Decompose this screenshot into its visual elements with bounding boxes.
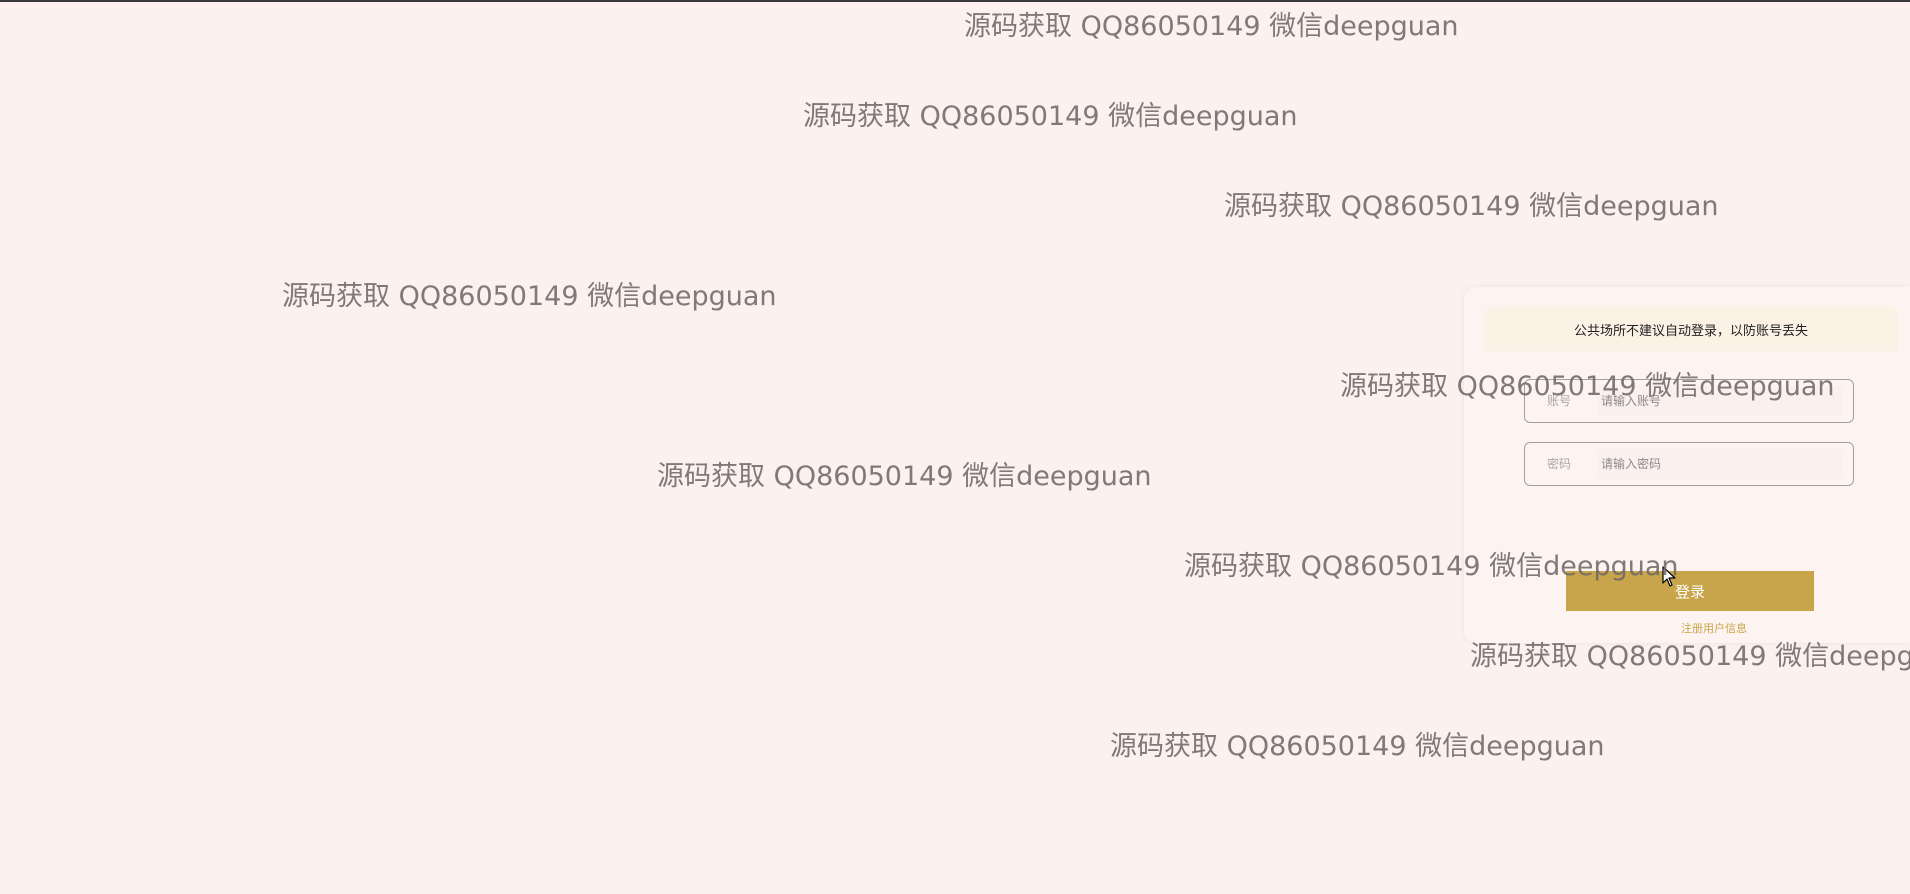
password-label: 密码: [1547, 457, 1572, 471]
watermark-text: 源码获取 QQ86050149 微信deepguan: [282, 281, 777, 312]
auto-login-notice: 公共场所不建议自动登录，以防账号丢失: [1484, 307, 1898, 351]
password-input[interactable]: [1597, 449, 1843, 479]
password-field: 密码: [1524, 442, 1854, 486]
account-input[interactable]: [1597, 386, 1843, 416]
watermark-text: 源码获取 QQ86050149 微信deepguan: [1110, 731, 1605, 762]
login-panel: 公共场所不建议自动登录，以防账号丢失 账号 密码 登录 注册用户信息: [1464, 287, 1910, 643]
watermark-text: 源码获取 QQ86050149 微信deepguan: [803, 101, 1298, 132]
account-label: 账号: [1547, 394, 1572, 408]
top-border: [0, 0, 1910, 2]
watermark-text: 源码获取 QQ86050149 微信deepguan: [964, 11, 1459, 42]
watermark-text: 源码获取 QQ86050149 微信deepguan: [657, 461, 1152, 492]
watermark-text: 源码获取 QQ86050149 微信deepguan: [1224, 191, 1719, 222]
login-button[interactable]: 登录: [1566, 571, 1814, 611]
mouse-cursor-icon: [1662, 566, 1676, 587]
account-field: 账号: [1524, 379, 1854, 423]
register-link[interactable]: 注册用户信息: [1664, 620, 1764, 636]
